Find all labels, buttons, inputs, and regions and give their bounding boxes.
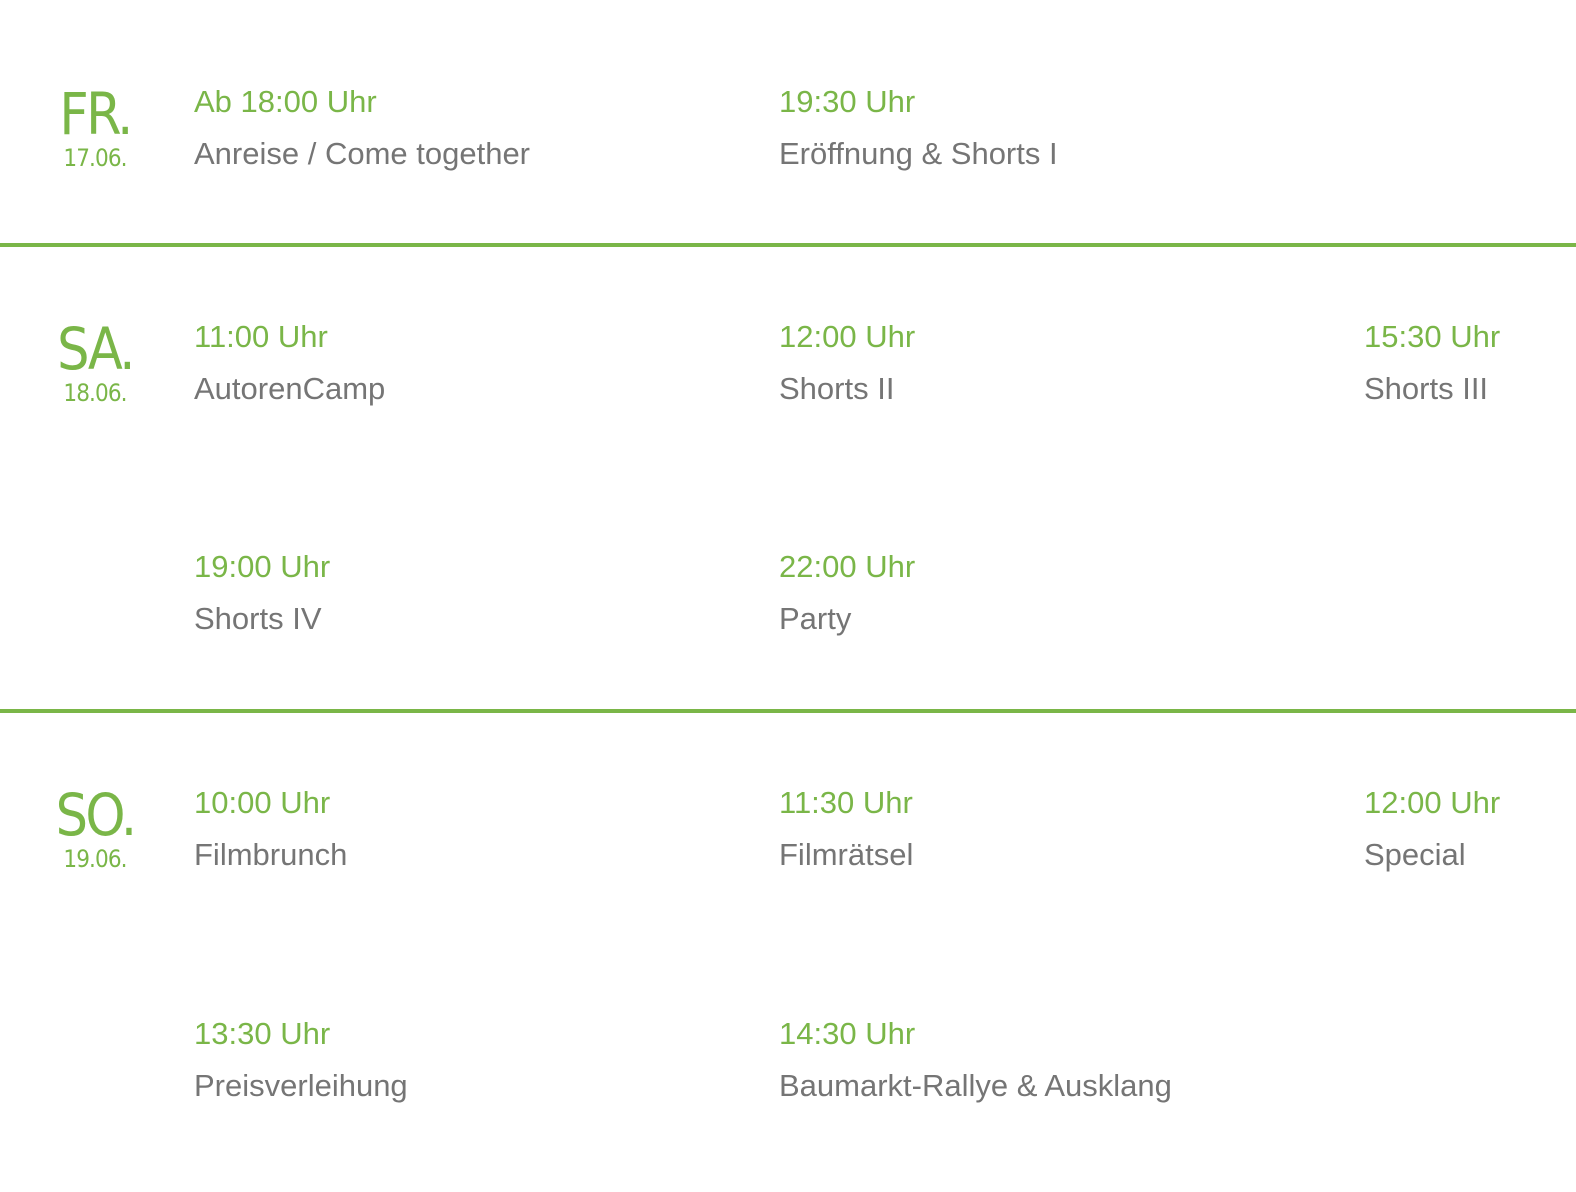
day-label: FR. 17.06. bbox=[40, 83, 150, 171]
event-item: 12:00 Uhr Shorts II bbox=[779, 319, 1299, 407]
event-title: Special bbox=[1364, 837, 1466, 872]
event-title: Shorts IV bbox=[194, 601, 322, 636]
day-date: 17.06. bbox=[63, 144, 127, 172]
day-name: FR. bbox=[59, 80, 133, 148]
day-sunday: SO. 19.06. 10:00 Uhr Filmbrunch 11:30 Uh… bbox=[0, 713, 1576, 1192]
event-title: Party bbox=[779, 601, 852, 636]
event-time: 15:30 Uhr bbox=[1364, 319, 1501, 354]
event-item: 22:00 Uhr Party bbox=[779, 549, 1299, 637]
event-time: 12:00 Uhr bbox=[779, 319, 916, 354]
event-item: 19:00 Uhr Shorts IV bbox=[194, 549, 714, 637]
day-label: SO. 19.06. bbox=[40, 784, 150, 872]
event-title: Baumarkt-Rallye & Ausklang bbox=[779, 1068, 1172, 1103]
event-title: Eröffnung & Shorts I bbox=[779, 136, 1058, 171]
event-title: Shorts II bbox=[779, 371, 895, 406]
event-item: 15:30 Uhr Shorts III bbox=[1364, 319, 1564, 407]
event-time: 19:30 Uhr bbox=[779, 84, 916, 119]
event-item: Ab 18:00 Uhr Anreise / Come together bbox=[194, 84, 714, 172]
day-name: SA. bbox=[57, 315, 135, 383]
event-item: 14:30 Uhr Baumarkt-Rallye & Ausklang bbox=[779, 1016, 1339, 1104]
event-title: Anreise / Come together bbox=[194, 136, 531, 171]
day-name: SO. bbox=[55, 781, 137, 849]
event-time: 12:00 Uhr bbox=[1364, 785, 1501, 820]
event-time: Ab 18:00 Uhr bbox=[194, 84, 377, 119]
event-time: 13:30 Uhr bbox=[194, 1016, 331, 1051]
event-item: 13:30 Uhr Preisverleihung bbox=[194, 1016, 714, 1104]
event-time: 19:00 Uhr bbox=[194, 549, 331, 584]
event-title: Preisverleihung bbox=[194, 1068, 408, 1103]
event-title: Filmrätsel bbox=[779, 837, 914, 872]
event-item: 10:00 Uhr Filmbrunch bbox=[194, 785, 714, 873]
event-item: 12:00 Uhr Special bbox=[1364, 785, 1564, 873]
event-time: 11:30 Uhr bbox=[779, 785, 913, 820]
day-date: 19.06. bbox=[63, 845, 127, 873]
event-title: Shorts III bbox=[1364, 371, 1489, 406]
day-date: 18.06. bbox=[63, 379, 127, 407]
event-time: 10:00 Uhr bbox=[194, 785, 331, 820]
day-friday: FR. 17.06. Ab 18:00 Uhr Anreise / Come t… bbox=[0, 0, 1576, 244]
event-time: 14:30 Uhr bbox=[779, 1016, 916, 1051]
event-time: 11:00 Uhr bbox=[194, 319, 328, 354]
day-label: SA. 18.06. bbox=[40, 318, 150, 406]
event-time: 22:00 Uhr bbox=[779, 549, 916, 584]
event-item: 19:30 Uhr Eröffnung & Shorts I bbox=[779, 84, 1299, 172]
event-title: AutorenCamp bbox=[194, 371, 386, 406]
event-item: 11:00 Uhr AutorenCamp bbox=[194, 319, 714, 407]
event-title: Filmbrunch bbox=[194, 837, 348, 872]
day-saturday: SA. 18.06. 11:00 Uhr AutorenCamp 12:00 U… bbox=[0, 247, 1576, 709]
event-item: 11:30 Uhr Filmrätsel bbox=[779, 785, 1299, 873]
